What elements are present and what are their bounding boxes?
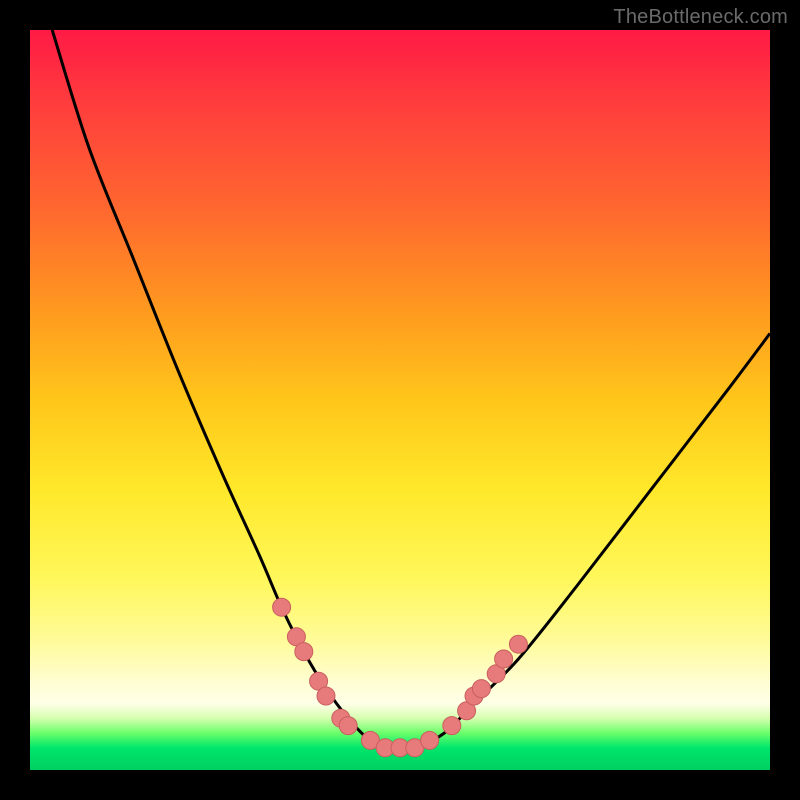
data-marker [273,598,291,616]
data-marker [443,717,461,735]
chart-frame: TheBottleneck.com [0,0,800,800]
watermark-text: TheBottleneck.com [613,6,788,29]
chart-svg [30,30,770,770]
data-marker [295,643,313,661]
data-marker [495,650,513,668]
data-marker [509,635,527,653]
data-marker [317,687,335,705]
data-marker [472,680,490,698]
data-marker [339,717,357,735]
bottleneck-curve [52,30,770,749]
plot-area [30,30,770,770]
data-marker [421,731,439,749]
marker-group [273,598,528,757]
